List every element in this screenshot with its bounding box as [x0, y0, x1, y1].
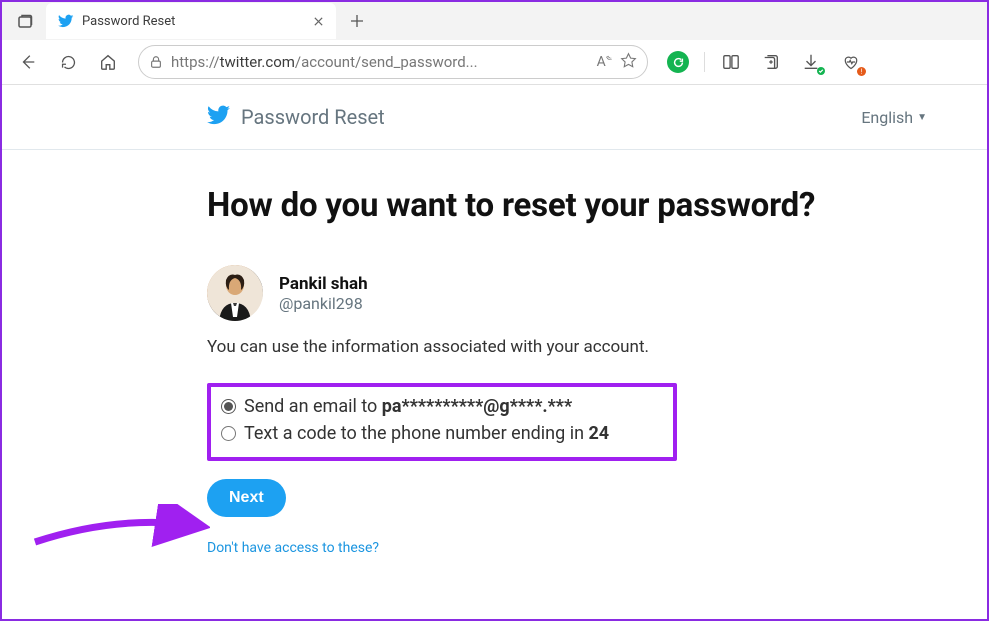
health-extension[interactable]: !	[833, 44, 869, 80]
browser-chrome: Password Reset https://twitter.com/accou…	[2, 2, 987, 85]
option-sms-radio[interactable]	[221, 426, 236, 441]
twitter-icon	[207, 103, 231, 127]
twitter-logo	[207, 103, 231, 131]
refresh-icon	[60, 54, 77, 71]
reader-mode-button[interactable]: A༤	[597, 50, 612, 75]
toolbar-divider	[704, 52, 705, 72]
grammarly-extension[interactable]	[660, 44, 696, 80]
split-screen-button[interactable]	[713, 44, 749, 80]
url-text: https://twitter.com/account/send_passwor…	[171, 53, 589, 71]
page-heading: How do you want to reset your password?	[207, 186, 902, 225]
tab-title: Password Reset	[82, 14, 302, 29]
no-access-link[interactable]: Don't have access to these?	[207, 540, 379, 556]
page-header: Password Reset English ▼	[2, 85, 987, 150]
instruction-text: You can use the information associated w…	[207, 337, 902, 357]
language-selector[interactable]: English ▼	[861, 108, 927, 127]
close-icon	[313, 16, 324, 27]
browser-tab[interactable]: Password Reset	[46, 3, 336, 39]
avatar	[207, 265, 263, 321]
twitter-icon	[58, 13, 74, 29]
address-bar[interactable]: https://twitter.com/account/send_passwor…	[138, 45, 648, 79]
home-icon	[99, 53, 117, 71]
lock-icon	[149, 55, 163, 69]
collections-button[interactable]	[753, 44, 789, 80]
option-email[interactable]: Send an email to pa**********@g****.***	[221, 393, 663, 420]
option-email-radio[interactable]	[221, 399, 236, 414]
page-content: Password Reset English ▼ How do you want…	[2, 85, 987, 556]
user-handle: @pankil298	[279, 294, 368, 313]
new-tab-button[interactable]	[342, 6, 372, 36]
grammarly-icon	[667, 51, 689, 73]
user-name: Pankil shah	[279, 274, 368, 294]
favorite-button[interactable]	[620, 52, 637, 73]
account-info: Pankil shah @pankil298	[207, 265, 902, 321]
back-button[interactable]	[10, 44, 46, 80]
collections-icon	[762, 53, 780, 71]
refresh-button[interactable]	[50, 44, 86, 80]
close-tab-button[interactable]	[310, 13, 326, 29]
option-sms[interactable]: Text a code to the phone number ending i…	[221, 420, 663, 447]
nav-bar: https://twitter.com/account/send_passwor…	[2, 40, 987, 84]
arrow-left-icon	[19, 53, 37, 71]
plus-icon	[350, 14, 364, 28]
tab-strip: Password Reset	[2, 2, 987, 40]
header-title: Password Reset	[241, 105, 385, 129]
tabs-icon	[17, 13, 33, 29]
home-button[interactable]	[90, 44, 126, 80]
reset-options: Send an email to pa**********@g****.*** …	[207, 383, 677, 461]
tab-actions-button[interactable]	[10, 6, 40, 36]
star-icon	[620, 52, 637, 69]
next-button[interactable]: Next	[207, 479, 286, 517]
caret-down-icon: ▼	[917, 112, 927, 123]
downloads-button[interactable]	[793, 44, 829, 80]
split-icon	[722, 53, 740, 71]
